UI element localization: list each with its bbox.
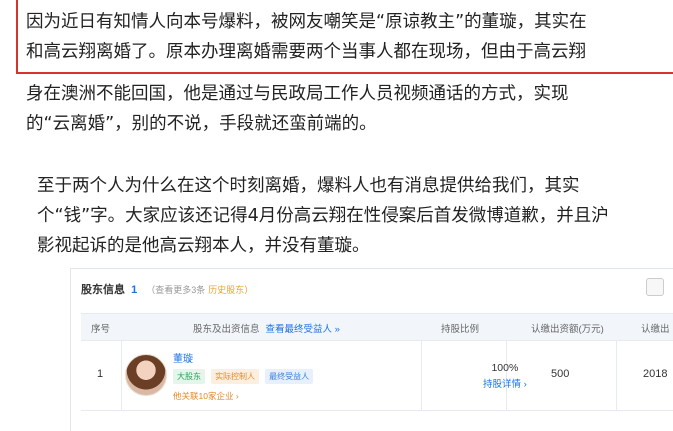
holder-name-link[interactable]: 董璇: [173, 350, 193, 365]
date-value: 2018: [643, 368, 668, 380]
card-header: 股东信息 1 （查看更多3条 历史股东）: [81, 281, 253, 297]
capital-value: 500: [551, 368, 570, 380]
card-title: 股东信息: [81, 284, 125, 296]
card-history-link[interactable]: 历史股东）: [208, 285, 253, 295]
th-ratio: 持股比例: [441, 324, 480, 335]
th-date: 认缴出: [641, 324, 670, 335]
table-row: 1 董璇 大股东 实际控制人 最终受益人 他关联10家企业 › 100% 持股详…: [81, 340, 673, 411]
th-holder-label: 股东及出资信息: [193, 324, 260, 335]
article-line-7: 影视起诉的是他高云翔本人，并没有董璇。: [37, 236, 370, 256]
ratio-value: 100%: [491, 362, 519, 374]
avatar[interactable]: [125, 354, 167, 396]
table-header: 序号 股东及出资信息 查看最终受益人 » 持股比例 认缴出资额(万元) 认缴出: [81, 313, 673, 341]
article-line-4: 的“云离婚”，别的不说，手段就还蛮前端的。: [26, 114, 377, 134]
holder-tags: 大股东 实际控制人 最终受益人: [173, 369, 316, 384]
article-line-3: 身在澳洲不能回国，他是通过与民政局工作人员视频通话的方式，实现: [26, 84, 569, 104]
card-count: 1: [131, 284, 138, 296]
holding-ratio: 100% 持股详情 ›: [483, 362, 527, 390]
card-toggle-icon[interactable]: [646, 278, 664, 296]
article-line-2: 和高云翔离婚了。原本办理离婚需要两个当事人都在现场，但由于高云翔: [26, 42, 586, 62]
article-line-5: 至于两个人为什么在这个时刻离婚，爆料人也有消息提供给我们，其实: [37, 176, 580, 196]
th-index: 序号: [91, 324, 111, 335]
related-companies-link[interactable]: 他关联10家企业 ›: [173, 390, 239, 402]
tag-actual-controller: 实际控制人: [211, 369, 260, 384]
article-line-1: 因为近日有知情人向本号爆料，被网友嘲笑是“原谅教主”的董璇，其实在: [26, 12, 587, 32]
holding-detail-link[interactable]: 持股详情 ›: [483, 376, 527, 390]
card-more-link[interactable]: （查看更多3条: [146, 285, 205, 295]
final-beneficiary-link[interactable]: 查看最终受益人 »: [266, 324, 340, 335]
article-line-6: 个“钱”字。大家应该还记得4月份高云翔在性侵案后首发微博道歉，并且沪: [37, 206, 609, 226]
row-index: 1: [97, 368, 104, 380]
tag-major-shareholder: 大股东: [173, 369, 205, 384]
shareholder-card: 股东信息 1 （查看更多3条 历史股东） 序号 股东及出资信息 查看最终受益人 » …: [70, 268, 673, 431]
tag-final-beneficiary: 最终受益人: [265, 369, 314, 384]
th-capital: 认缴出资额(万元): [531, 324, 604, 335]
th-holder: 股东及出资信息 查看最终受益人 »: [193, 321, 340, 335]
